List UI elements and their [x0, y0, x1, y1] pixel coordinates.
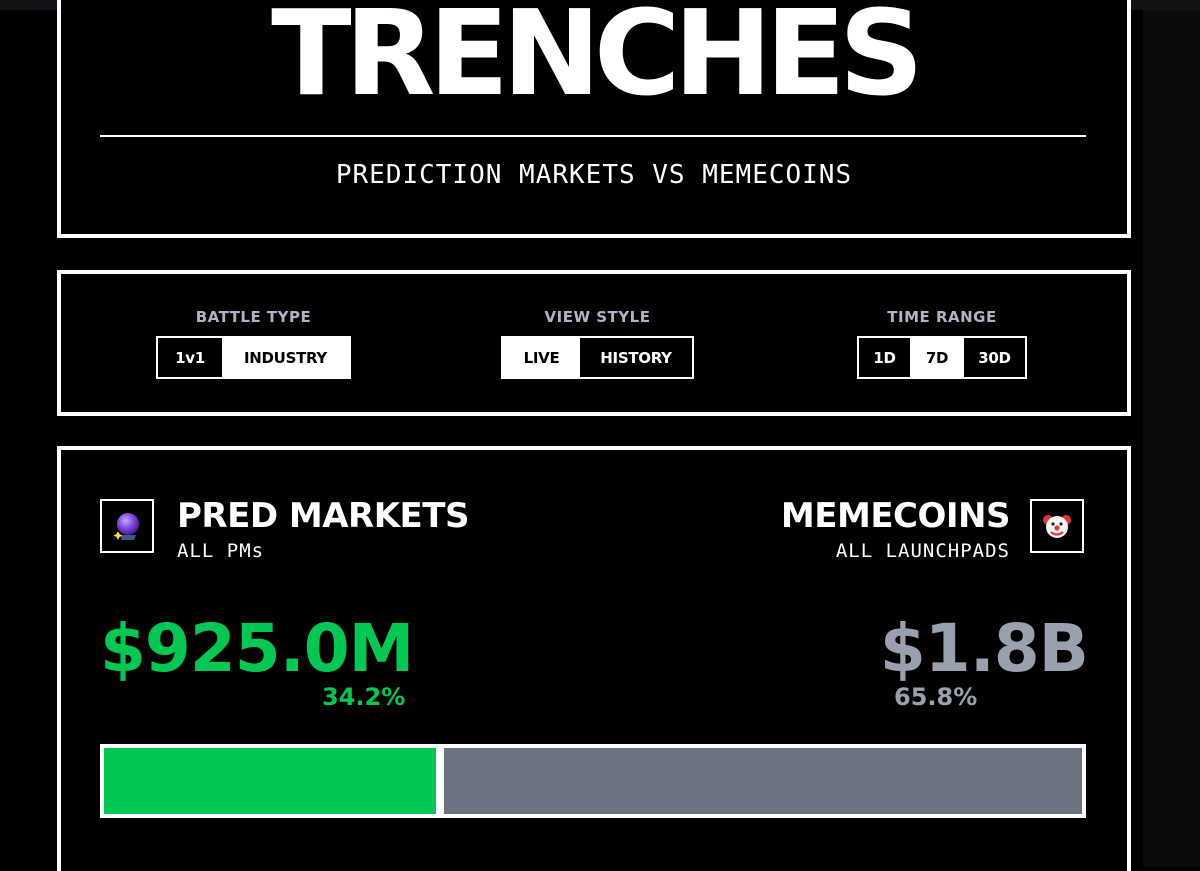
- right-share-percent: 65.8%: [894, 683, 978, 711]
- view-style-label: VIEW STYLE: [544, 308, 651, 326]
- left-share-percent: 34.2%: [322, 683, 406, 711]
- right-side-name: MEMECOINS: [780, 496, 1011, 536]
- header-divider: [100, 135, 1086, 137]
- battle-type-toggle: 1v1 INDUSTRY: [156, 336, 351, 379]
- time-range-toggle: 1D 7D 30D: [857, 336, 1027, 379]
- left-volume-value: $925.0M: [100, 610, 414, 687]
- time-range-1d-button[interactable]: 1D: [859, 338, 910, 377]
- controls-panel: BATTLE TYPE 1v1 INDUSTRY VIEW STYLE LIVE…: [57, 270, 1131, 416]
- left-side-name: PRED MARKETS: [177, 496, 469, 536]
- share-bar: [100, 744, 1086, 818]
- view-style-history-button[interactable]: HISTORY: [580, 338, 692, 377]
- pred-markets-avatar: [100, 499, 154, 553]
- clown-face-icon: [1043, 515, 1071, 538]
- view-style-control: VIEW STYLE LIVE HISTORY: [501, 308, 694, 379]
- view-style-live-button[interactable]: LIVE: [503, 338, 580, 377]
- crystal-ball-icon: [113, 513, 139, 540]
- view-style-toggle: LIVE HISTORY: [501, 336, 694, 379]
- battle-type-control: BATTLE TYPE 1v1 INDUSTRY: [156, 308, 351, 379]
- right-side-subtitle: ALL LAUNCHPADS: [835, 540, 1010, 562]
- share-bar-left-fill: [104, 748, 436, 814]
- battle-type-industry-button[interactable]: INDUSTRY: [222, 338, 349, 377]
- right-volume-value: $1.8B: [879, 610, 1089, 687]
- battle-type-label: BATTLE TYPE: [195, 308, 312, 326]
- battle-panel: PRED MARKETS ALL PMs $925.0M 34.2% MEMEC…: [57, 446, 1131, 871]
- memecoins-avatar: [1030, 499, 1084, 553]
- share-bar-right-fill: [444, 748, 1082, 814]
- left-side-subtitle: ALL PMs: [177, 540, 265, 562]
- battle-type-1v1-button[interactable]: 1v1: [158, 338, 222, 377]
- scrollbar-track[interactable]: [1143, 10, 1200, 867]
- header-panel: TRENCHES PREDICTION MARKETS VS MEMECOINS: [57, 0, 1131, 238]
- time-range-30d-button[interactable]: 30D: [964, 338, 1025, 377]
- share-bar-divider: [436, 748, 444, 814]
- page-subtitle: PREDICTION MARKETS VS MEMECOINS: [335, 160, 853, 190]
- page-title: TRENCHES: [271, 0, 924, 122]
- time-range-7d-button[interactable]: 7D: [910, 338, 964, 377]
- time-range-label: TIME RANGE: [887, 308, 997, 326]
- time-range-control: TIME RANGE 1D 7D 30D: [857, 308, 1027, 379]
